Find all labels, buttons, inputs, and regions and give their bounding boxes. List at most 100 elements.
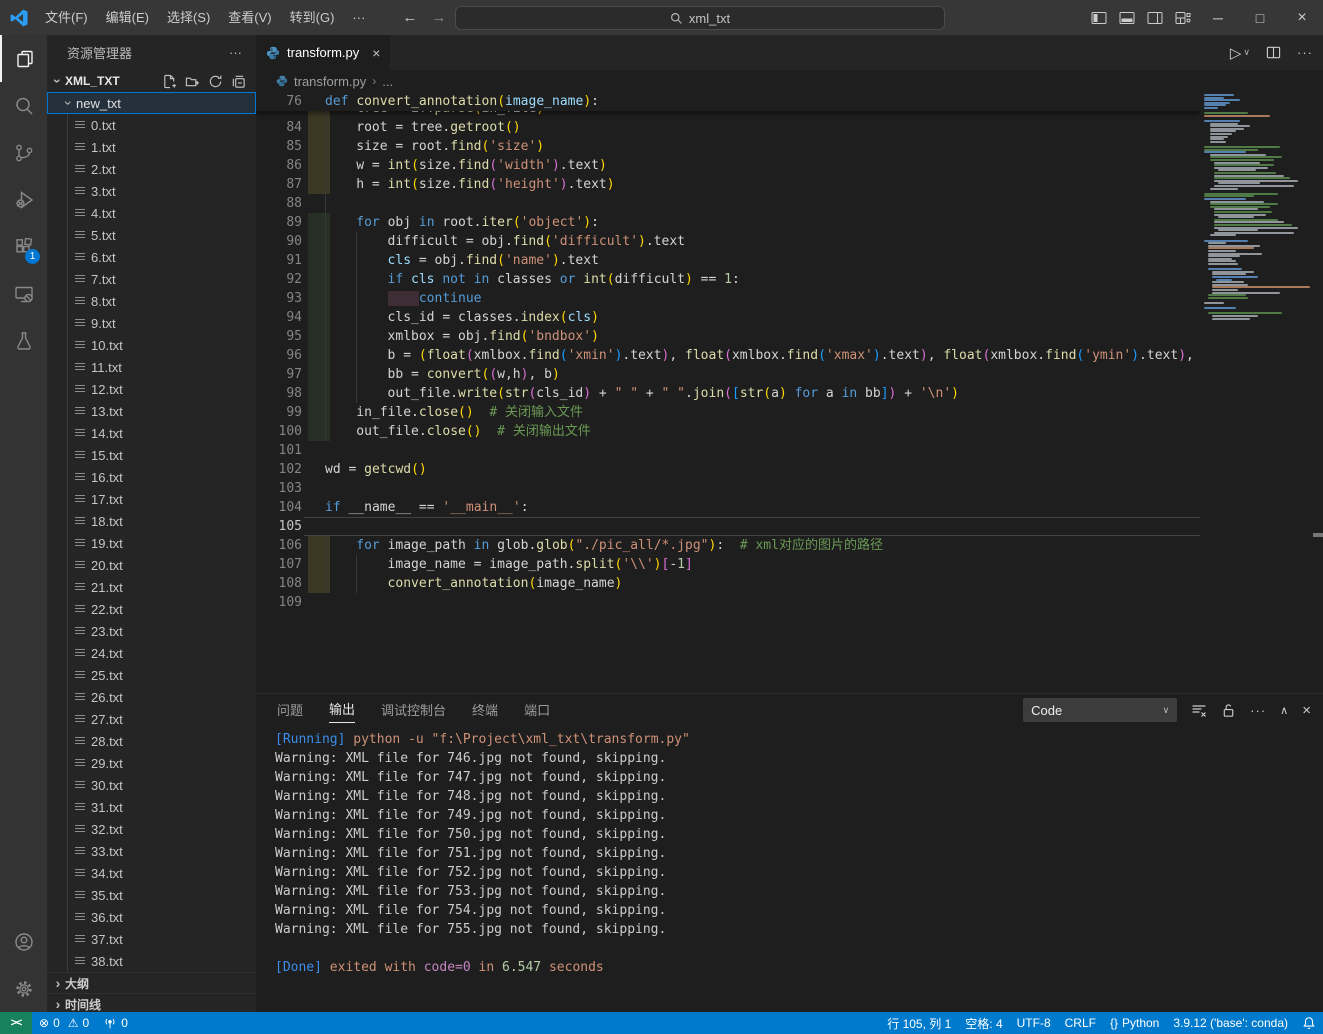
file-item[interactable]: 3.txt bbox=[47, 180, 256, 202]
section-xml-txt[interactable]: › XML_TXT bbox=[47, 70, 256, 92]
code-line[interactable]: 91cls = obj.find('name').text bbox=[256, 251, 1200, 270]
file-item[interactable]: 28.txt bbox=[47, 730, 256, 752]
file-item[interactable]: 32.txt bbox=[47, 818, 256, 840]
overview-ruler[interactable] bbox=[1313, 92, 1323, 693]
file-item[interactable]: 35.txt bbox=[47, 884, 256, 906]
encoding-status[interactable]: UTF-8 bbox=[1010, 1012, 1058, 1034]
code-line[interactable]: 100out_file.close() # 关闭输出文件 bbox=[256, 422, 1200, 441]
outline-section[interactable]: › 大纲 bbox=[47, 972, 256, 993]
code-line[interactable]: 103 bbox=[256, 479, 1200, 498]
file-item[interactable]: 38.txt bbox=[47, 950, 256, 972]
code-line[interactable]: 85size = root.find('size') bbox=[256, 137, 1200, 156]
panel-tab-1[interactable]: 输出 bbox=[329, 695, 355, 723]
language-status[interactable]: {} Python bbox=[1103, 1012, 1166, 1034]
file-item[interactable]: 6.txt bbox=[47, 246, 256, 268]
file-item[interactable]: 34.txt bbox=[47, 862, 256, 884]
file-item[interactable]: 21.txt bbox=[47, 576, 256, 598]
code-line[interactable]: 94cls_id = classes.index(cls) bbox=[256, 308, 1200, 327]
accounts-icon[interactable] bbox=[0, 918, 47, 965]
breadcrumb-more[interactable]: ... bbox=[382, 74, 393, 89]
split-editor-icon[interactable] bbox=[1266, 45, 1281, 60]
run-debug-icon[interactable] bbox=[0, 176, 47, 223]
code-line[interactable]: 96b = (float(xmlbox.find('xmin').text), … bbox=[256, 346, 1200, 365]
file-item[interactable]: 24.txt bbox=[47, 642, 256, 664]
file-item[interactable]: 2.txt bbox=[47, 158, 256, 180]
file-item[interactable]: 5.txt bbox=[47, 224, 256, 246]
code-line[interactable]: 106for image_path in glob.glob("./pic_al… bbox=[256, 536, 1200, 555]
tab-transform-py[interactable]: transform.py × bbox=[256, 35, 390, 70]
more-actions-icon[interactable]: ··· bbox=[1297, 45, 1313, 60]
customize-layout-icon[interactable] bbox=[1169, 0, 1197, 35]
code-line[interactable]: 99in_file.close() # 关闭输入文件 bbox=[256, 403, 1200, 422]
python-interpreter[interactable]: 3.9.12 ('base': conda) bbox=[1166, 1012, 1295, 1034]
panel-more-icon[interactable]: ··· bbox=[1250, 703, 1266, 718]
folder-new-txt[interactable]: › new_txt bbox=[47, 92, 256, 114]
sticky-scroll-line[interactable]: 76def convert_annotation(image_name): bbox=[256, 92, 1200, 111]
problems-status[interactable]: ⊗0 ⚠0 bbox=[32, 1012, 96, 1034]
code-line[interactable]: 98out_file.write(str(cls_id) + " " + " "… bbox=[256, 384, 1200, 403]
notifications-bell-icon[interactable] bbox=[1295, 1012, 1323, 1034]
panel-tab-2[interactable]: 调试控制台 bbox=[381, 696, 446, 723]
file-item[interactable]: 30.txt bbox=[47, 774, 256, 796]
file-item[interactable]: 27.txt bbox=[47, 708, 256, 730]
file-item[interactable]: 9.txt bbox=[47, 312, 256, 334]
file-item[interactable]: 22.txt bbox=[47, 598, 256, 620]
maximize-button[interactable]: □ bbox=[1239, 0, 1281, 35]
code-line[interactable]: 76def convert_annotation(image_name): bbox=[256, 92, 1200, 111]
file-item[interactable]: 29.txt bbox=[47, 752, 256, 774]
code-line[interactable]: 107image_name = image_path.split('\\')[-… bbox=[256, 555, 1200, 574]
code-line[interactable]: 86w = int(size.find('width').text) bbox=[256, 156, 1200, 175]
file-item[interactable]: 15.txt bbox=[47, 444, 256, 466]
file-item[interactable]: 18.txt bbox=[47, 510, 256, 532]
file-item[interactable]: 10.txt bbox=[47, 334, 256, 356]
code-line[interactable]: 88 bbox=[256, 194, 1200, 213]
search-view-icon[interactable] bbox=[0, 82, 47, 129]
source-control-icon[interactable] bbox=[0, 129, 47, 176]
command-center-search[interactable]: xml_txt bbox=[455, 6, 945, 30]
close-button[interactable]: × bbox=[1281, 0, 1323, 35]
forward-icon[interactable]: → bbox=[431, 9, 446, 26]
file-item[interactable]: 36.txt bbox=[47, 906, 256, 928]
panel-tab-3[interactable]: 终端 bbox=[472, 696, 498, 723]
cursor-position[interactable]: 行 105, 列 1 bbox=[880, 1012, 958, 1034]
code-line[interactable]: tree = ET.parse(in_file) bbox=[256, 111, 1200, 118]
settings-gear-icon[interactable] bbox=[0, 965, 47, 1012]
minimize-button[interactable]: ─ bbox=[1197, 0, 1239, 35]
timeline-section[interactable]: › 时间线 bbox=[47, 993, 256, 1012]
code-editor[interactable]: 76def convert_annotation(image_name): tr… bbox=[256, 92, 1200, 693]
output-console[interactable]: [Running] python -u "f:\Project\xml_txt\… bbox=[275, 730, 1313, 977]
collapse-all-icon[interactable] bbox=[231, 74, 246, 89]
code-line[interactable]: 84root = tree.getroot() bbox=[256, 118, 1200, 137]
file-item[interactable]: 13.txt bbox=[47, 400, 256, 422]
testing-icon[interactable] bbox=[0, 317, 47, 364]
toggle-panel-icon[interactable] bbox=[1113, 0, 1141, 35]
sidebar-more-icon[interactable]: ··· bbox=[229, 45, 242, 60]
panel-tab-4[interactable]: 端口 bbox=[524, 696, 550, 723]
menu-item-5[interactable]: ··· bbox=[343, 10, 374, 25]
file-item[interactable]: 31.txt bbox=[47, 796, 256, 818]
output-channel-select[interactable]: Code ∨ bbox=[1023, 698, 1177, 722]
file-item[interactable]: 19.txt bbox=[47, 532, 256, 554]
eol-status[interactable]: CRLF bbox=[1058, 1012, 1103, 1034]
tab-close-icon[interactable]: × bbox=[372, 45, 380, 61]
new-file-icon[interactable] bbox=[162, 74, 177, 89]
toggle-sidebar-icon[interactable] bbox=[1085, 0, 1113, 35]
file-item[interactable]: 11.txt bbox=[47, 356, 256, 378]
breadcrumb[interactable]: transform.py › ... bbox=[256, 70, 1323, 92]
code-line[interactable]: 105 bbox=[256, 517, 1200, 536]
explorer-icon[interactable] bbox=[0, 35, 47, 82]
maximize-panel-icon[interactable]: ∧ bbox=[1280, 704, 1288, 717]
file-item[interactable]: 25.txt bbox=[47, 664, 256, 686]
menu-item-2[interactable]: 选择(S) bbox=[158, 10, 219, 25]
menu-item-4[interactable]: 转到(G) bbox=[281, 10, 344, 25]
file-item[interactable]: 37.txt bbox=[47, 928, 256, 950]
run-python-file-button[interactable]: ▷∨ bbox=[1230, 44, 1250, 62]
file-item[interactable]: 23.txt bbox=[47, 620, 256, 642]
code-line[interactable]: 102wd = getcwd() bbox=[256, 460, 1200, 479]
code-line[interactable]: 95xmlbox = obj.find('bndbox') bbox=[256, 327, 1200, 346]
new-folder-icon[interactable] bbox=[185, 74, 200, 89]
file-item[interactable]: 1.txt bbox=[47, 136, 256, 158]
unlock-icon[interactable] bbox=[1221, 703, 1236, 718]
minimap[interactable] bbox=[1200, 92, 1313, 693]
file-item[interactable]: 12.txt bbox=[47, 378, 256, 400]
